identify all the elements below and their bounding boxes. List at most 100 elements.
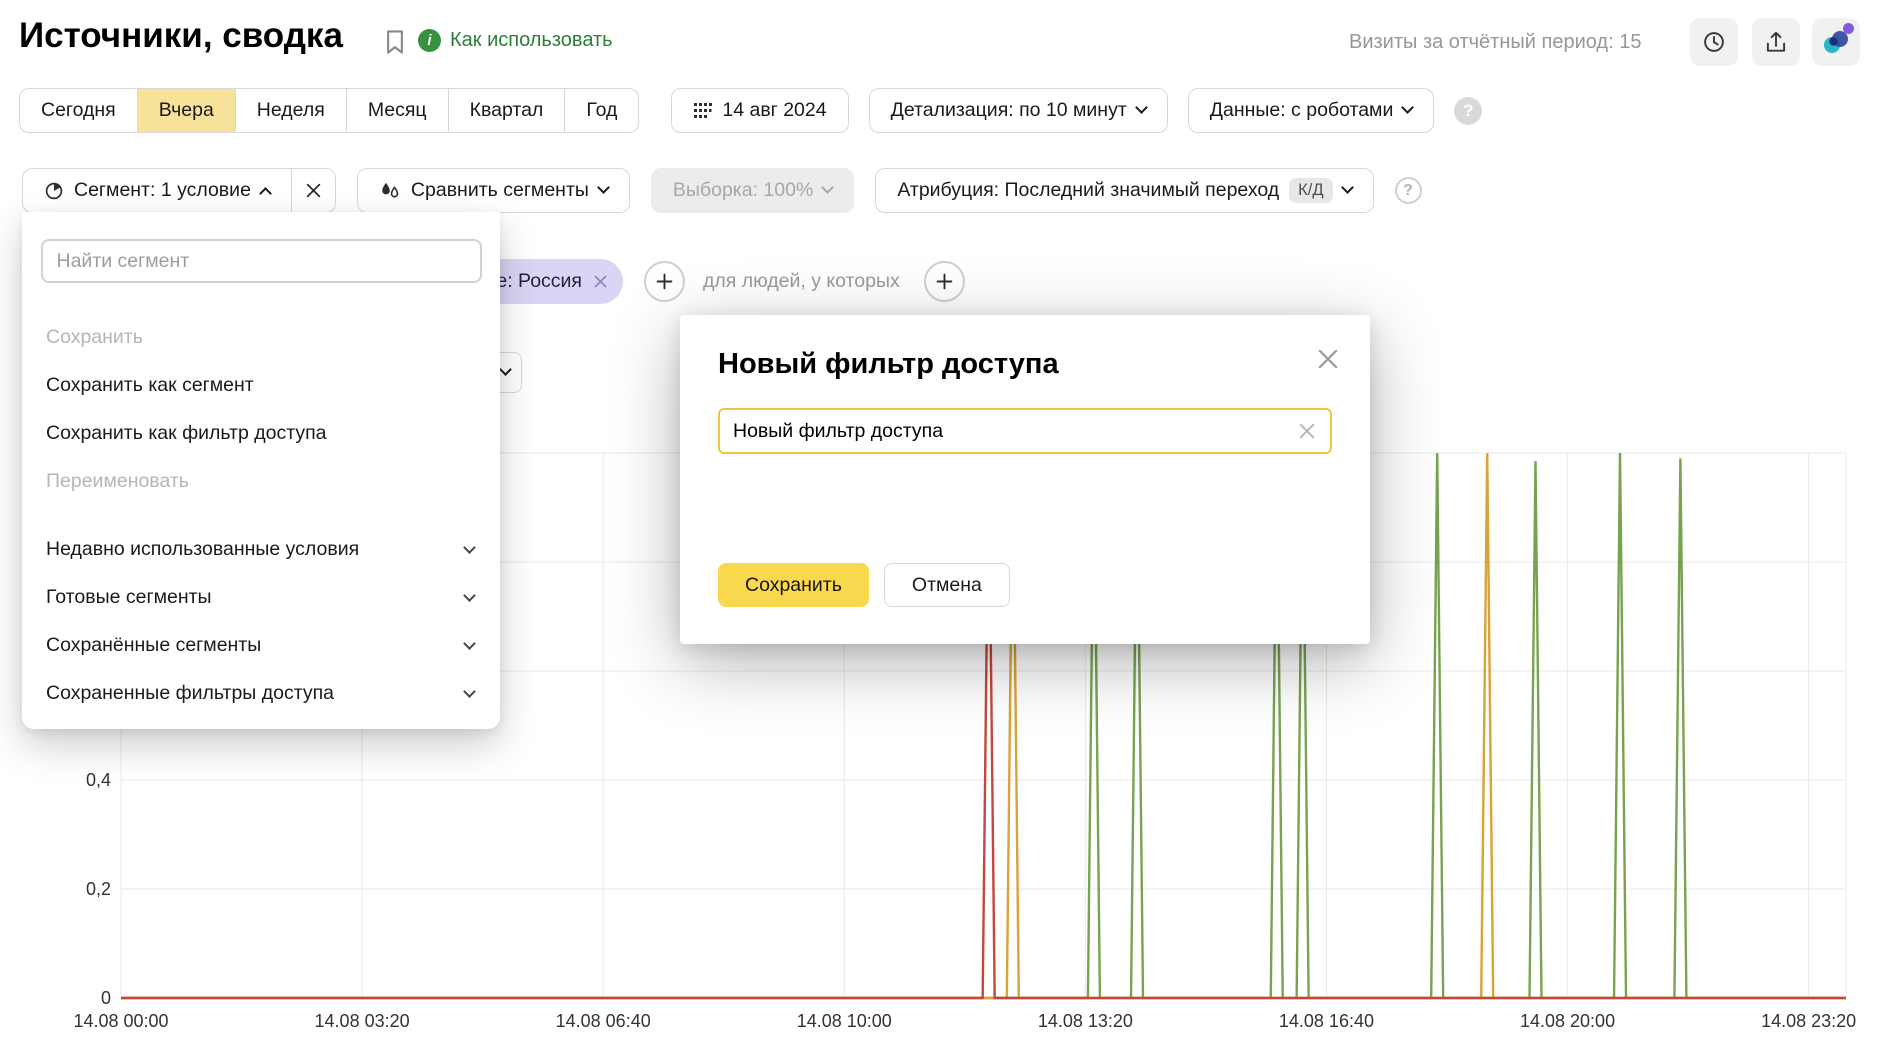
attribution-badge: К/Д: [1289, 178, 1332, 203]
svg-text:14.08 03:20: 14.08 03:20: [315, 1011, 410, 1031]
page-title: Источники, сводка: [19, 16, 343, 56]
help-icon[interactable]: ?: [1454, 97, 1482, 125]
data-mode-dropdown[interactable]: Данные: с роботами: [1188, 88, 1435, 133]
section-label: Сохраненные фильтры доступа: [46, 682, 334, 705]
period-tabs: Сегодня Вчера Неделя Месяц Квартал Год: [19, 88, 639, 133]
svg-text:0,2: 0,2: [86, 879, 111, 899]
svg-text:14.08 00:00: 14.08 00:00: [73, 1011, 168, 1031]
visits-summary: Визиты за отчётный период: 15: [1349, 31, 1641, 54]
close-icon: [305, 182, 322, 199]
clear-icon: [1298, 422, 1316, 440]
menu-item-save-as-segment[interactable]: Сохранить как сегмент: [22, 361, 500, 409]
svg-text:14.08 20:00: 14.08 20:00: [1520, 1011, 1615, 1031]
chevron-down-icon: [597, 181, 610, 194]
add-condition-button[interactable]: [644, 261, 685, 302]
period-tab-month[interactable]: Месяц: [346, 88, 449, 133]
svg-text:14.08 13:20: 14.08 13:20: [1038, 1011, 1133, 1031]
export-icon: [1763, 29, 1789, 55]
segment-menu-panel: Сохранить Сохранить как сегмент Сохранит…: [22, 212, 500, 729]
dialog-title: Новый фильтр доступа: [718, 348, 1059, 381]
new-access-filter-dialog: Новый фильтр доступа Сохранить Отмена: [680, 315, 1370, 644]
svg-text:0,4: 0,4: [86, 770, 111, 790]
chevron-down-icon: [463, 685, 476, 698]
chip-label: е: Россия: [496, 270, 582, 293]
dialog-buttons: Сохранить Отмена: [718, 563, 1010, 607]
attribution-dropdown[interactable]: Атрибуция: Последний значимый переход К/…: [875, 168, 1373, 213]
notification-dot: [1843, 23, 1854, 34]
section-label: Сохранённые сегменты: [46, 634, 261, 657]
export-button[interactable]: [1752, 18, 1800, 66]
info-icon: i: [418, 29, 441, 52]
compare-segments-dropdown[interactable]: Сравнить сегменты: [357, 168, 630, 213]
compare-segments-label: Сравнить сегменты: [411, 179, 589, 202]
segment-menu-actions: Сохранить Сохранить как сегмент Сохранит…: [22, 313, 500, 505]
chevron-down-icon: [499, 363, 512, 376]
segment-pie-icon: [44, 181, 64, 201]
menu-item-save-as-access-filter[interactable]: Сохранить как фильтр доступа: [22, 409, 500, 457]
sampling-label: Выборка: 100%: [673, 179, 813, 202]
period-toolbar: Сегодня Вчера Неделя Месяц Квартал Год 1…: [19, 88, 1482, 133]
clock-icon: [1701, 29, 1727, 55]
apps-button[interactable]: [1812, 18, 1860, 66]
bookmark-icon[interactable]: [380, 27, 410, 57]
calendar-grid-icon: [693, 101, 712, 120]
date-picker-button[interactable]: 14 авг 2024: [671, 88, 848, 133]
plus-icon: [656, 273, 673, 290]
segment-dropdown-button[interactable]: Сегмент: 1 условие: [22, 168, 292, 213]
condition-text: для людей, у которых: [703, 259, 900, 304]
filter-name-input[interactable]: [733, 420, 1296, 443]
save-button[interactable]: Сохранить: [718, 563, 869, 607]
period-tab-week[interactable]: Неделя: [235, 88, 347, 133]
segment-control-group: Сегмент: 1 условие: [22, 168, 336, 213]
sampling-dropdown: Выборка: 100%: [651, 168, 854, 213]
svg-text:14.08 10:00: 14.08 10:00: [797, 1011, 892, 1031]
menu-item-rename: Переименовать: [22, 457, 500, 505]
period-tab-year[interactable]: Год: [564, 88, 639, 133]
segment-search-input[interactable]: [41, 239, 482, 283]
chevron-down-icon: [1341, 181, 1354, 194]
cancel-button[interactable]: Отмена: [884, 563, 1010, 607]
how-to-use-label: Как использовать: [450, 29, 613, 52]
chevron-down-icon: [463, 637, 476, 650]
chip-remove-icon[interactable]: [593, 274, 608, 289]
svg-text:14.08 06:40: 14.08 06:40: [556, 1011, 651, 1031]
chevron-up-icon: [259, 187, 272, 200]
menu-section-saved-segments[interactable]: Сохранённые сегменты: [22, 621, 500, 669]
add-user-condition-button[interactable]: [924, 261, 965, 302]
dialog-close-button[interactable]: [1312, 343, 1344, 375]
section-label: Недавно использованные условия: [46, 538, 359, 561]
chevron-down-icon: [463, 541, 476, 554]
metrica-sources-page: Источники, сводка i Как использовать Виз…: [0, 0, 1894, 1050]
how-to-use-link[interactable]: i Как использовать: [418, 29, 613, 52]
segment-clear-button[interactable]: [291, 168, 336, 213]
segment-toolbar: Сегмент: 1 условие Сравнить сегменты Выб…: [22, 168, 1422, 213]
close-icon: [1315, 346, 1341, 372]
section-label: Готовые сегменты: [46, 586, 212, 609]
chevron-down-icon: [463, 589, 476, 602]
help-icon[interactable]: ?: [1395, 177, 1422, 204]
attribution-label: Атрибуция: Последний значимый переход: [897, 179, 1279, 202]
detalization-dropdown[interactable]: Детализация: по 10 минут: [869, 88, 1168, 133]
menu-section-ready-segments[interactable]: Готовые сегменты: [22, 573, 500, 621]
menu-item-save: Сохранить: [22, 313, 500, 361]
menu-section-recent-conditions[interactable]: Недавно использованные условия: [22, 525, 500, 573]
segment-label: Сегмент: 1 условие: [74, 179, 251, 202]
period-tab-quarter[interactable]: Квартал: [448, 88, 566, 133]
chevron-down-icon: [1401, 101, 1414, 114]
period-tab-yesterday[interactable]: Вчера: [137, 88, 236, 133]
clear-input-button[interactable]: [1296, 420, 1318, 442]
detalization-label: Детализация: по 10 минут: [891, 99, 1127, 122]
segment-menu-sections: Недавно использованные условия Готовые с…: [22, 525, 500, 717]
period-tab-today[interactable]: Сегодня: [19, 88, 138, 133]
svg-text:14.08 23:20: 14.08 23:20: [1761, 1011, 1856, 1031]
history-button[interactable]: [1690, 18, 1738, 66]
filter-name-field: [718, 408, 1332, 454]
date-label: 14 авг 2024: [722, 99, 826, 122]
svg-text:0: 0: [101, 988, 111, 1008]
plus-icon: [936, 273, 953, 290]
compare-drops-icon: [379, 181, 401, 201]
menu-section-saved-access-filters[interactable]: Сохраненные фильтры доступа: [22, 669, 500, 717]
chevron-down-icon: [1135, 101, 1148, 114]
svg-text:14.08 16:40: 14.08 16:40: [1279, 1011, 1374, 1031]
chevron-down-icon: [821, 181, 834, 194]
